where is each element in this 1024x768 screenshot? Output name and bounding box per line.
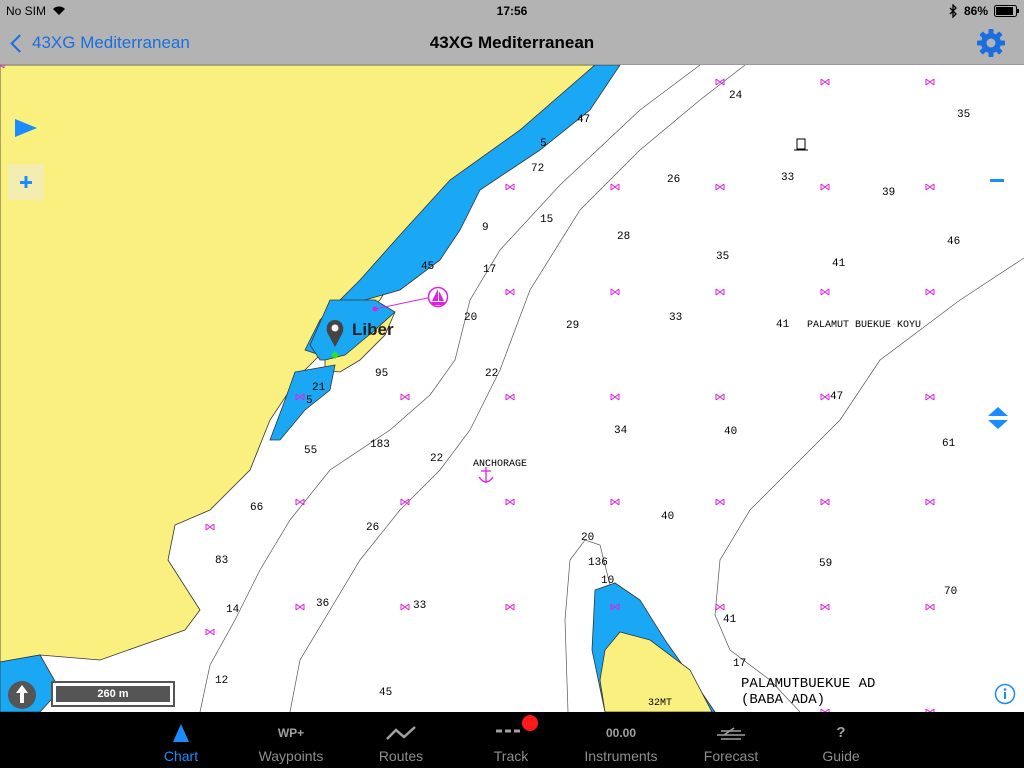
height-label: 32MT [648,698,673,709]
tab-chart-label: Chart [163,748,199,764]
tab-bar: Chart WP+ Waypoints Routes Track 00.00 I… [0,712,1024,768]
tab-track-label: Track [493,748,529,764]
marker-label[interactable]: Liber [352,320,394,340]
scale-label: 260 m [56,686,170,702]
depth-sounding: 5 [306,395,313,407]
depth-sounding: 41 [776,319,790,331]
depth-sounding: 12 [215,675,229,687]
depth-sounding: 136 [588,557,608,569]
depth-sounding: 5 [540,138,547,150]
tab-guide[interactable]: ? Guide [786,712,896,768]
play-icon[interactable] [13,117,39,139]
bluetooth-icon [949,4,957,18]
north-up-icon[interactable] [7,680,37,710]
depth-sounding: 24 [729,90,743,102]
routes-icon [386,726,416,740]
zoom-out-button[interactable] [989,177,1005,185]
depth-sounding: 17 [483,264,497,276]
tab-guide-label: Guide [822,748,860,764]
anchorage-label: ANCHORAGE [473,459,528,470]
depth-sounding: 33 [669,312,683,324]
forecast-icon [717,727,745,740]
restricted-symbols [0,65,935,712]
tower-icon [794,138,808,151]
tab-routes-label: Routes [378,748,424,764]
depth-sounding: 20 [581,532,595,544]
depth-sounding: 28 [617,231,631,243]
depth-sounding: 33 [781,172,795,184]
depth-sounding: 70 [944,586,958,598]
waypoint-add-icon: WP+ [277,726,305,740]
depth-sounding: 41 [723,614,737,626]
nav-bar: 43XG Mediterranean 43XG Mediterranean [0,22,1024,65]
scale-bar[interactable]: 260 m [51,681,175,707]
zoom-in-button[interactable] [8,164,44,200]
tab-track[interactable]: Track [456,712,566,768]
depth-sounding: 33 [413,600,427,612]
chart-icon [173,724,189,742]
depth-sounding: 61 [942,438,956,450]
depth-sounding: 26 [667,174,681,186]
map-pin-icon[interactable] [322,317,348,359]
boat-position-icon[interactable] [427,286,449,308]
depth-sounding: 35 [957,109,971,121]
depth-sounding: 45 [379,687,393,699]
depth-sounding: 95 [375,368,389,380]
depth-sounding: 29 [566,320,580,332]
gear-icon[interactable] [976,28,1006,58]
depth-sounding: 45 [421,261,435,273]
island-label-line1: PALAMUTBUEKUE AD [741,676,876,692]
depth-sounding: 46 [947,236,961,248]
tab-chart[interactable]: Chart [126,712,236,768]
depth-sounding: 55 [304,445,318,457]
instruments-icon: 00.00 [605,726,637,740]
plus-icon [20,176,32,188]
depth-sounding: 22 [430,453,444,465]
depth-sounding: 66 [250,502,264,514]
guide-icon: ? [836,724,846,741]
depth-sounding: 41 [832,258,846,270]
depth-sounding: 36 [316,598,330,610]
depth-sounding: 14 [226,604,240,616]
depth-sounding: 10 [601,575,615,587]
depth-sounding: 47 [577,114,591,126]
tab-waypoints-label: Waypoints [258,748,324,764]
depth-sounding: 34 [614,425,628,437]
depth-sounding: 72 [531,163,545,175]
battery-icon [994,5,1019,17]
page-title: 43XG Mediterranean [429,33,595,52]
tab-instruments-label: Instruments [584,748,658,764]
status-bar: No SIM 17:56 86% [0,0,1024,22]
depth-sounding: 59 [819,558,833,570]
battery-percent: 86% [964,4,989,18]
depth-sounding: 17 [733,658,747,670]
depth-sounding: 22 [485,368,499,380]
depth-sounding: 39 [882,187,896,199]
depth-sounding: 183 [370,439,390,451]
tab-routes[interactable]: Routes [346,712,456,768]
depth-sounding: 35 [716,251,730,263]
place-label: PALAMUT BUEKUE KOYU [807,320,922,331]
track-icon [496,715,538,733]
depth-sounding: 21 [312,382,326,394]
scroll-arrows-icon[interactable] [986,405,1010,431]
depth-sounding: 20 [464,312,478,324]
depth-sounding: 83 [215,555,229,567]
depth-sounding: 47 [830,391,844,403]
nautical-chart[interactable]: Liber ANCHORAGE PALAMUT BUEKUE KOYU PALA… [0,65,1024,712]
depth-sounding: 15 [540,214,554,226]
tab-forecast-label: Forecast [703,748,759,764]
depth-sounding: 26 [366,522,380,534]
tab-instruments[interactable]: 00.00 Instruments [566,712,676,768]
depth-sounding: 9 [482,222,489,234]
depth-sounding: 40 [661,511,675,523]
clock: 17:56 [496,4,528,18]
info-icon[interactable] [994,683,1016,705]
island-label-line2: (BABA ADA) [741,692,826,708]
tab-forecast[interactable]: Forecast [676,712,786,768]
tab-waypoints[interactable]: WP+ Waypoints [236,712,346,768]
depth-sounding: 40 [724,426,738,438]
